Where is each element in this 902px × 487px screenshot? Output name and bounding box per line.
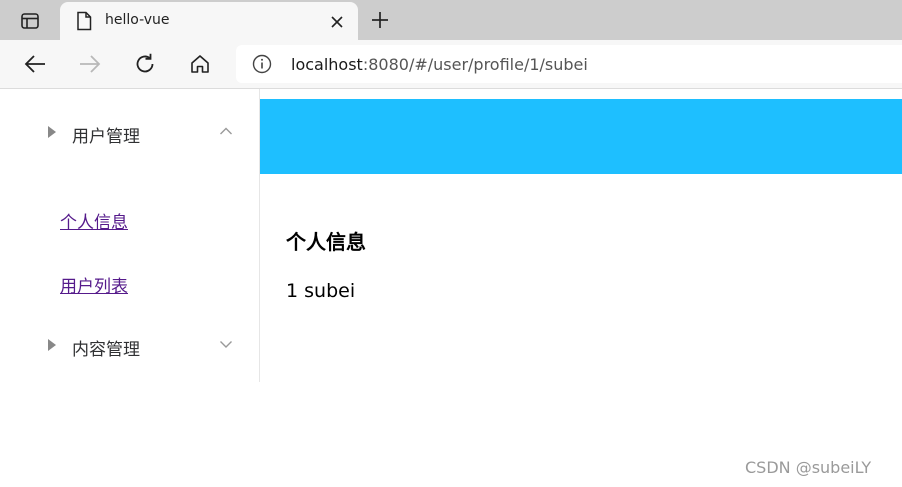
menu-item-user-list[interactable]: 用户列表 — [60, 272, 128, 297]
url-host: localhost — [291, 55, 363, 74]
new-tab-button[interactable] — [368, 8, 392, 32]
chevron-down-icon — [220, 341, 232, 348]
menu-group-user-management[interactable]: 用户管理 — [0, 106, 259, 162]
url-text: localhost:8080/#/user/profile/1/subei — [291, 55, 588, 74]
refresh-icon — [136, 53, 154, 73]
address-bar[interactable]: localhost:8080/#/user/profile/1/subei — [236, 45, 902, 83]
tab-strip: hello-vue — [0, 0, 902, 40]
close-icon — [331, 16, 343, 28]
tab-actions-menu-button[interactable] — [12, 8, 48, 34]
page-icon — [77, 11, 92, 31]
info-icon[interactable] — [252, 54, 272, 74]
header-bar — [260, 99, 902, 174]
home-button[interactable] — [185, 50, 215, 78]
browser-toolbar: localhost:8080/#/user/profile/1/subei — [0, 40, 902, 89]
profile-details: 1 subei — [286, 280, 356, 302]
back-button[interactable] — [20, 50, 50, 78]
menu-group-label: 内容管理 — [72, 340, 140, 360]
caret-right-icon — [48, 339, 56, 351]
back-arrow-icon — [24, 55, 45, 73]
refresh-button[interactable] — [130, 50, 160, 78]
chevron-up-icon — [220, 127, 232, 135]
url-path: :8080/#/user/profile/1/subei — [362, 55, 588, 74]
menu-group-content-management[interactable]: 内容管理 — [0, 319, 259, 375]
plus-icon — [372, 12, 388, 28]
menu-group-label: 用户管理 — [72, 127, 140, 147]
home-icon — [191, 55, 209, 73]
browser-tab[interactable]: hello-vue — [60, 2, 358, 40]
forward-button[interactable] — [75, 50, 105, 78]
close-tab-button[interactable] — [326, 11, 348, 33]
tab-title: hello-vue — [105, 12, 170, 28]
forward-arrow-icon — [80, 55, 101, 73]
caret-right-icon — [48, 126, 56, 138]
watermark: CSDN @subeiLY — [745, 458, 872, 477]
tab-actions-icon — [21, 13, 39, 29]
menu-item-profile[interactable]: 个人信息 — [60, 208, 128, 233]
sidebar-menu: 用户管理 个人信息 用户列表 内容管理 — [0, 89, 260, 382]
page-title: 个人信息 — [286, 230, 366, 254]
